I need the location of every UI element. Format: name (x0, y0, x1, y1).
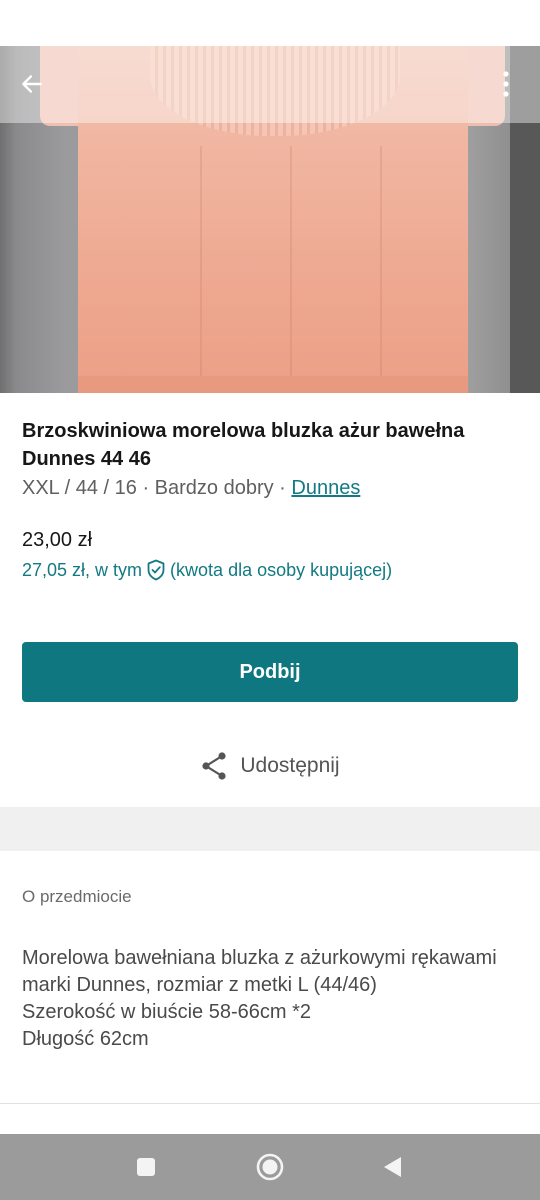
top-bar (0, 46, 540, 123)
back-button[interactable] (14, 64, 50, 104)
listing-details: XXL / 44 / 16 · Bardzo dobry · Dunnes (22, 475, 360, 501)
divider-line (0, 1103, 540, 1104)
buyer-price[interactable]: 27,05 zł, w tym (kwota dla osoby kupując… (22, 557, 392, 583)
circle-icon (256, 1153, 284, 1181)
triangle-back-icon (384, 1157, 401, 1177)
system-navigation-bar (0, 1134, 540, 1200)
back-nav-button[interactable] (362, 1134, 422, 1200)
shield-check-icon (147, 559, 165, 581)
photo-fold (200, 146, 202, 376)
item-description: Morelowa bawełniana bluzka z ażurkowymi … (22, 947, 497, 1050)
more-options-button[interactable] (490, 64, 522, 104)
photo-fold (380, 146, 382, 376)
square-icon (137, 1158, 155, 1176)
buyer-price-note: (kwota dla osoby kupującej) (170, 560, 393, 580)
more-vertical-icon (503, 71, 509, 97)
section-divider (0, 807, 540, 851)
listing-title: Brzoskwiniowa morelowa bluzka ażur baweł… (22, 420, 465, 470)
photo-hem (78, 376, 468, 393)
buyer-price-amount: 27,05 zł, w tym (22, 560, 143, 580)
arrow-left-icon (22, 75, 42, 93)
photo-fold (290, 146, 292, 376)
share-icon (202, 752, 226, 780)
share-button[interactable]: Udostępnij (0, 743, 540, 789)
about-heading: O przedmiocie (22, 887, 132, 906)
home-button[interactable] (240, 1134, 300, 1200)
item-price: 23,00 zł (22, 529, 93, 551)
status-bar (0, 0, 540, 46)
bump-button[interactable]: Podbij (22, 642, 518, 702)
brand-link[interactable]: Dunnes (291, 477, 360, 499)
recent-apps-button[interactable] (116, 1134, 176, 1200)
listing-size-condition: XXL / 44 / 16 · Bardzo dobry · (22, 477, 292, 499)
share-label: Udostępnij (240, 754, 340, 777)
